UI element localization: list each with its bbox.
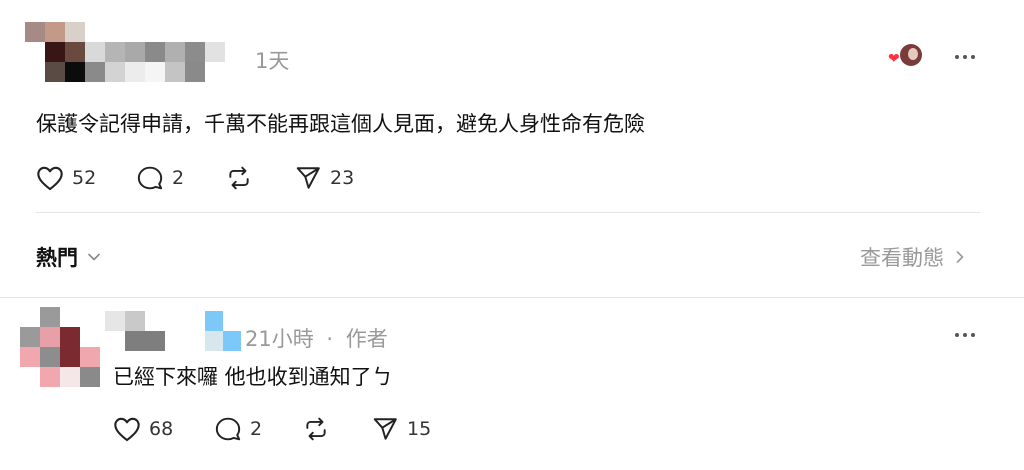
meta-separator: · [326, 327, 334, 351]
like-button[interactable]: 52 [36, 165, 96, 191]
view-activity-link[interactable]: 查看動態 [860, 242, 968, 272]
sort-dropdown[interactable]: 熱門 [36, 242, 102, 272]
reply-like-count: 68 [149, 418, 174, 440]
reply-share-count: 15 [407, 418, 432, 440]
chevron-down-icon [88, 253, 100, 261]
reply-like-button[interactable]: 68 [113, 416, 173, 442]
reply-more-options-button[interactable] [955, 333, 975, 337]
like-count: 52 [72, 167, 97, 189]
divider [36, 212, 980, 213]
reply-author-name[interactable] [105, 311, 165, 351]
comment-button[interactable]: 2 [136, 165, 184, 191]
reply-share-button[interactable]: 15 [371, 416, 431, 442]
divider [0, 297, 1024, 298]
comment-count: 2 [172, 167, 185, 189]
reply-meta: 21小時 · 作者 [245, 323, 388, 353]
author-tag: 作者 [345, 327, 388, 351]
verified-badge-icon [205, 311, 241, 351]
repost-button[interactable] [225, 165, 253, 191]
comment-icon [137, 166, 163, 190]
comment-icon [215, 417, 241, 441]
reply-timestamp: 21小時 [245, 327, 314, 351]
reply-text: 已經下來囉 他也收到通知了ㄅ [113, 365, 393, 389]
more-options-button[interactable] [955, 55, 975, 59]
reply-comment-button[interactable]: 2 [214, 416, 262, 442]
share-button[interactable]: 23 [294, 165, 354, 191]
view-activity-label: 查看動態 [860, 246, 944, 270]
chevron-right-icon [956, 251, 964, 263]
reply-avatar[interactable] [20, 307, 100, 387]
post-text: 保護令記得申請，千萬不能再跟這個人見面，避免人身性命有危險 [36, 112, 645, 136]
send-icon [373, 418, 397, 440]
heart-icon [114, 417, 140, 442]
heart-badge-icon: ❤ [888, 51, 900, 67]
post-timestamp: 1天 [255, 49, 290, 73]
sort-label: 熱門 [36, 246, 78, 270]
reply-repost-button[interactable] [302, 416, 330, 442]
reply-comment-count: 2 [250, 418, 263, 440]
liker-avatar[interactable] [900, 44, 922, 66]
repost-icon [306, 417, 326, 441]
share-count: 23 [330, 167, 355, 189]
heart-icon [37, 166, 63, 191]
avatar[interactable] [25, 22, 225, 82]
send-icon [296, 167, 320, 189]
repost-icon [229, 166, 249, 190]
